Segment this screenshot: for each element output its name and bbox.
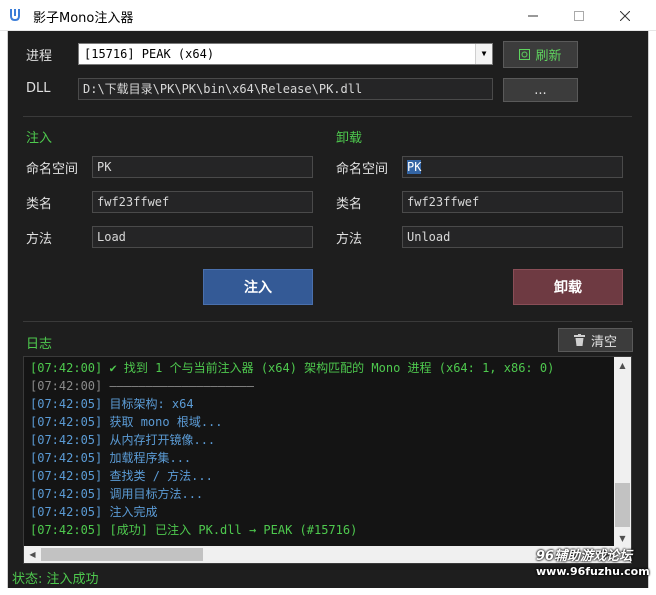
unload-method-field[interactable]: Unload [402, 226, 623, 248]
log-line: [07:42:05] [成功] 已注入 PK.dll → PEAK (#1571… [30, 523, 358, 537]
close-icon [620, 10, 630, 21]
maximize-icon [574, 10, 584, 21]
refresh-button[interactable]: 刷新 [503, 41, 578, 68]
inject-class-field[interactable]: fwf23ffwef [92, 191, 313, 213]
window-frame-right [648, 31, 656, 595]
log-line: [07:42:05] 查找类 / 方法... [30, 469, 213, 483]
app-icon [10, 9, 20, 22]
browse-button[interactable]: ... [503, 78, 578, 102]
trash-icon [573, 334, 585, 346]
window-frame-left [0, 31, 8, 595]
minimize-icon [528, 15, 538, 16]
log-line: [07:42:05] 目标架构: x64 [30, 397, 194, 411]
refresh-icon [519, 49, 531, 60]
inject-namespace-label: 命名空间 [26, 162, 79, 177]
scroll-up-icon[interactable]: ▲ [615, 358, 630, 373]
divider-bottom [23, 321, 632, 322]
dll-path-field[interactable]: D:\下载目录\PK\PK\bin\x64\Release\PK.dll [78, 78, 493, 100]
unload-button-label: 卸载 [554, 280, 582, 296]
inject-header: 注入 [26, 131, 53, 146]
window-title: 影子Mono注入器 [33, 11, 134, 26]
title-bar: 影子Mono注入器 [0, 0, 656, 31]
close-button[interactable] [602, 0, 648, 31]
log-line: [07:42:05] 从内存打开镜像... [30, 433, 216, 447]
process-select[interactable]: [15716] PEAK (x64) ▼ [78, 43, 493, 65]
clear-log-button[interactable]: 清空 [558, 328, 633, 352]
divider-top [23, 116, 632, 117]
scroll-down-icon[interactable]: ▼ [615, 531, 630, 546]
unload-button[interactable]: 卸载 [513, 269, 623, 305]
browse-button-label: ... [534, 82, 547, 98]
inject-class-label: 类名 [26, 197, 53, 212]
inject-method-field[interactable]: Load [92, 226, 313, 248]
maximize-button[interactable] [556, 0, 602, 31]
inject-method-label: 方法 [26, 232, 53, 247]
unload-class-label: 类名 [336, 197, 363, 212]
unload-namespace-field[interactable]: PK [402, 156, 623, 178]
log-horizontal-thumb[interactable] [41, 548, 203, 561]
log-line: [07:42:05] 加载程序集... [30, 451, 192, 465]
log-panel[interactable]: [07:42:00] ✔ 找到 1 个与当前注入器 (x64) 架构匹配的 Mo… [23, 356, 632, 564]
log-lines: [07:42:00] ✔ 找到 1 个与当前注入器 (x64) 架构匹配的 Mo… [30, 359, 616, 545]
log-vertical-scrollbar[interactable]: ▲ ▼ [614, 357, 631, 547]
log-header: 日志 [26, 337, 53, 352]
log-line: [07:42:05] 获取 mono 根域... [30, 415, 223, 429]
process-select-value: [15716] PEAK (x64) [84, 47, 215, 61]
watermark-title: 96辅助游戏论坛 [536, 549, 633, 564]
unload-method-label: 方法 [336, 232, 363, 247]
process-label: 进程 [26, 49, 53, 64]
log-vertical-thumb[interactable] [615, 483, 630, 527]
watermark-url: www.96fuzhu.com [536, 565, 650, 578]
unload-namespace-value: PK [407, 160, 422, 174]
window-frame-bottom [0, 588, 656, 595]
inject-button[interactable]: 注入 [203, 269, 313, 305]
log-line: [07:42:05] 注入完成 [30, 505, 158, 519]
unload-namespace-label: 命名空间 [336, 162, 389, 177]
inject-button-label: 注入 [244, 280, 272, 296]
dll-label: DLL [26, 81, 51, 96]
log-line: [07:42:00] ———————————————————— [30, 379, 254, 393]
minimize-button[interactable] [510, 0, 556, 31]
clear-log-button-label: 清空 [590, 334, 617, 350]
unload-header: 卸载 [336, 131, 363, 146]
inject-namespace-field[interactable]: PK [92, 156, 313, 178]
log-line: [07:42:00] ✔ 找到 1 个与当前注入器 (x64) 架构匹配的 Mo… [30, 361, 555, 375]
scroll-left-icon[interactable]: ◀ [25, 547, 40, 562]
refresh-button-label: 刷新 [535, 49, 562, 64]
log-line: [07:42:05] 调用目标方法... [30, 487, 204, 501]
log-horizontal-scrollbar[interactable]: ◀ ▶ [24, 546, 616, 563]
status-bar-text: 状态: 注入成功 [12, 572, 99, 587]
chevron-down-icon[interactable]: ▼ [475, 44, 492, 64]
unload-class-field[interactable]: fwf23ffwef [402, 191, 623, 213]
